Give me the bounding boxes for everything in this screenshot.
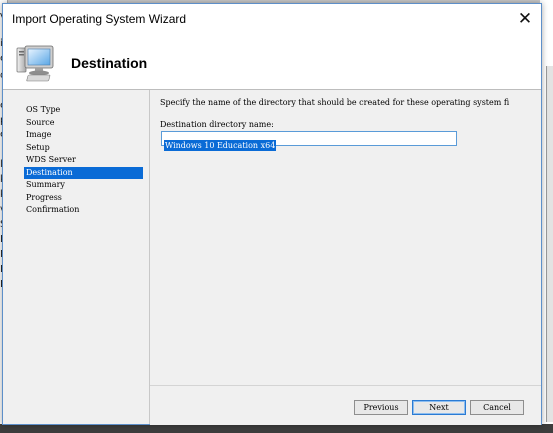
- wizard-footer: Previous Next Cancel: [150, 385, 541, 425]
- wizard-content: Specify the name of the directory that s…: [150, 90, 541, 385]
- title-bar[interactable]: Import Operating System Wizard ✕: [3, 4, 541, 34]
- step-os-type[interactable]: OS Type: [24, 104, 143, 116]
- next-button[interactable]: Next: [412, 400, 466, 415]
- dialog-title: Import Operating System Wizard: [12, 12, 187, 26]
- step-destination[interactable]: Destination: [24, 167, 143, 179]
- step-setup[interactable]: Setup: [24, 142, 143, 154]
- computer-icon: [16, 45, 54, 82]
- page-title: Destination: [71, 55, 148, 71]
- background-scrollbar[interactable]: [546, 66, 553, 422]
- step-progress[interactable]: Progress: [24, 192, 143, 204]
- taskbar: [0, 424, 553, 433]
- wizard-header: Destination: [3, 34, 541, 90]
- step-confirmation[interactable]: Confirmation: [24, 204, 143, 216]
- close-icon[interactable]: ✕: [515, 9, 535, 29]
- step-summary[interactable]: Summary: [24, 179, 143, 191]
- destination-directory-input[interactable]: Windows 10 Education x64: [161, 131, 457, 151]
- instruction-text: Specify the name of the directory that s…: [160, 98, 510, 107]
- step-wds-server[interactable]: WDS Server: [24, 154, 143, 166]
- step-source[interactable]: Source: [24, 117, 143, 129]
- wizard-step-list: OS Type Source Image Setup WDS Server De…: [3, 90, 150, 424]
- destination-directory-label: Destination directory name:: [160, 120, 274, 129]
- destination-directory-value: Windows 10 Education x64: [164, 140, 277, 151]
- import-os-wizard-dialog: Import Operating System Wizard ✕ Destina…: [2, 3, 542, 425]
- previous-button[interactable]: Previous: [354, 400, 408, 415]
- cancel-button[interactable]: Cancel: [470, 400, 524, 415]
- step-image[interactable]: Image: [24, 129, 143, 141]
